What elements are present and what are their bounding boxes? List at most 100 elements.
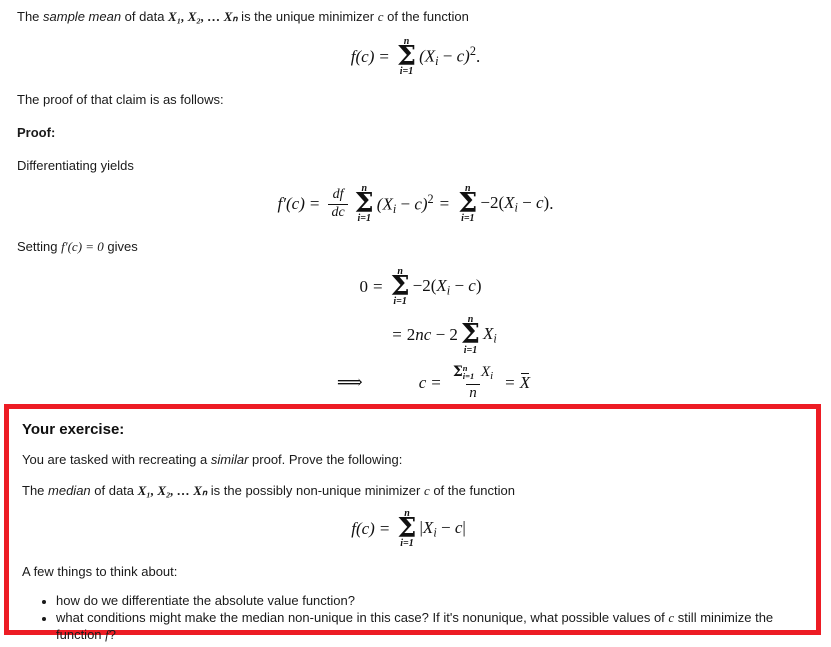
eq5-lhs: c — [418, 372, 427, 392]
claim-prefix: The — [22, 483, 49, 498]
eq1-equals: = — [379, 47, 389, 67]
equation-4-block: = 2nc − 2 n Σ i=1 Xi — [0, 315, 831, 355]
setting-paragraph: Setting f′(c) = 0 gives — [0, 238, 831, 255]
eq5-equals: = — [431, 372, 441, 392]
eq2-trailing: . — [549, 194, 554, 214]
eq3-sum-lower: i=1 — [393, 296, 407, 308]
intro-middle: of data — [121, 9, 169, 24]
claim-suffix: is the possibly non-unique minimizer c o… — [207, 483, 515, 498]
eq2-equals: = — [309, 194, 320, 214]
eq5-fraction: Σ n i=1 Xi n — [450, 363, 496, 403]
eq3-lhs: 0 — [359, 277, 368, 297]
proof-heading: Proof: — [17, 125, 56, 141]
eq2-derivative-denominator: dc — [328, 204, 348, 221]
eq4-summation: n Σ i=1 — [461, 315, 480, 355]
sigma-icon: Σ — [354, 188, 374, 220]
think-about-list: how do we differentiate the absolute val… — [9, 592, 816, 643]
exercise-title: Your exercise: — [22, 421, 125, 438]
eq6-equals: = — [379, 519, 390, 539]
proof-lead-paragraph: The proof of that claim is as follows: — [17, 92, 224, 108]
equation-3: 0 = n Σ i=1 −2(Xi − c) — [359, 267, 481, 307]
equation-6: f(c) = n Σ i=1 |Xi − c| — [351, 509, 466, 549]
eq2-derivative-numerator: df — [332, 187, 344, 203]
exercise-claim-paragraph: The median of data X₁, X₂, … Xₙ is the p… — [9, 482, 816, 499]
exercise-box: Your exercise: You are tasked with recre… — [4, 404, 821, 642]
eq1-body: (Xi − c)2 — [419, 44, 476, 69]
intro-prefix: The — [17, 9, 44, 24]
eq4-body: Xi — [483, 324, 497, 346]
eq6-sum-lower: i=1 — [400, 538, 414, 550]
intro-variables: X₁, X₂, … Xₙ — [168, 9, 238, 24]
intro-paragraph: The sample mean of data X₁, X₂, … Xₙ is … — [0, 8, 831, 25]
eq5-numerator: Σ n i=1 Xi — [450, 363, 496, 383]
eq1-lhs: f(c) — [350, 47, 375, 67]
eq6-lhs: f(c) — [351, 519, 375, 539]
intro-emphasis: sample mean — [43, 9, 122, 24]
eq5-equals-2: = — [505, 372, 515, 392]
eq4-coefficient: 2nc − 2 — [406, 325, 458, 345]
eq6-body: |Xi − c| — [419, 517, 466, 540]
eq1-summation: n Σ i=1 — [397, 37, 416, 77]
eq2-equals-2: = — [439, 194, 450, 214]
sigma-icon: Σ — [396, 41, 417, 72]
eq5-numerator-summation: Σ n i=1 — [453, 363, 475, 382]
setting-prefix: Setting — [17, 239, 62, 255]
eq5-denominator: n — [466, 383, 480, 402]
eq3-body: −2(Xi − c) — [412, 276, 482, 298]
sigma-icon: Σ — [397, 513, 417, 544]
eq1-trailing: . — [475, 47, 481, 67]
equation-5-block: ⟹ c = Σ n i=1 Xi n = X — [0, 363, 831, 403]
eq4-sum-lower: i=1 — [463, 344, 478, 356]
eq5-rhs: X — [519, 373, 531, 393]
equation-6-block: f(c) = n Σ i=1 |Xi − c| — [9, 509, 816, 549]
eq4-equals: = — [392, 325, 402, 345]
equation-2: f′(c) = df dc n Σ i=1 (Xi − c)2 = n Σ i=… — [278, 184, 554, 224]
eq5-sum-lower: i=1 — [462, 371, 475, 382]
eq2-body-2: −2(Xi − c) — [480, 192, 550, 215]
sigma-icon: Σ — [390, 271, 410, 303]
eq6-summation: n Σ i=1 — [397, 509, 416, 549]
claim-emphasis: median — [48, 483, 91, 498]
list-item: how do we differentiate the absolute val… — [56, 592, 816, 609]
exercise-content: Your exercise: You are tasked with recre… — [9, 409, 816, 643]
sigma-icon: Σ — [458, 188, 478, 220]
eq1-sum-lower: i=1 — [399, 66, 414, 78]
eq2-summation-2: n Σ i=1 — [458, 184, 477, 224]
eq2-body-1: (Xi − c)2 — [376, 191, 434, 216]
implies-arrow-icon: ⟹ — [336, 372, 363, 394]
eq2-derivative-fraction: df dc — [328, 187, 348, 221]
task-emphasis: similar — [210, 452, 249, 467]
eq5-sum-limits: n i=1 — [462, 363, 475, 382]
equation-1-block: f(c) = n Σ i=1 (Xi − c)2. — [0, 37, 831, 77]
task-prefix: You are tasked with recreating a — [22, 452, 211, 467]
sigma-icon: Σ — [460, 319, 481, 351]
eq3-equals: = — [372, 277, 383, 297]
eq2-sum1-lower: i=1 — [357, 213, 371, 225]
equation-5: ⟹ c = Σ n i=1 Xi n = X — [336, 363, 531, 403]
eq2-summation-1: n Σ i=1 — [355, 184, 374, 224]
list-item: what conditions might make the median no… — [56, 609, 816, 643]
eq3-summation: n Σ i=1 — [391, 267, 410, 307]
think-lead-paragraph: A few things to think about: — [22, 564, 178, 580]
equation-2-block: f′(c) = df dc n Σ i=1 (Xi − c)2 = n Σ i=… — [0, 184, 831, 224]
claim-middle: of data — [90, 483, 138, 498]
setting-math: f′(c) = 0 — [61, 239, 104, 255]
equation-1: f(c) = n Σ i=1 (Xi − c)2. — [351, 37, 480, 77]
task-suffix: proof. Prove the following: — [248, 452, 403, 467]
equation-3-block: 0 = n Σ i=1 −2(Xi − c) — [0, 267, 831, 307]
document-body: The sample mean of data X₁, X₂, … Xₙ is … — [0, 0, 831, 642]
eq5-numerator-body: Xi — [480, 364, 494, 383]
